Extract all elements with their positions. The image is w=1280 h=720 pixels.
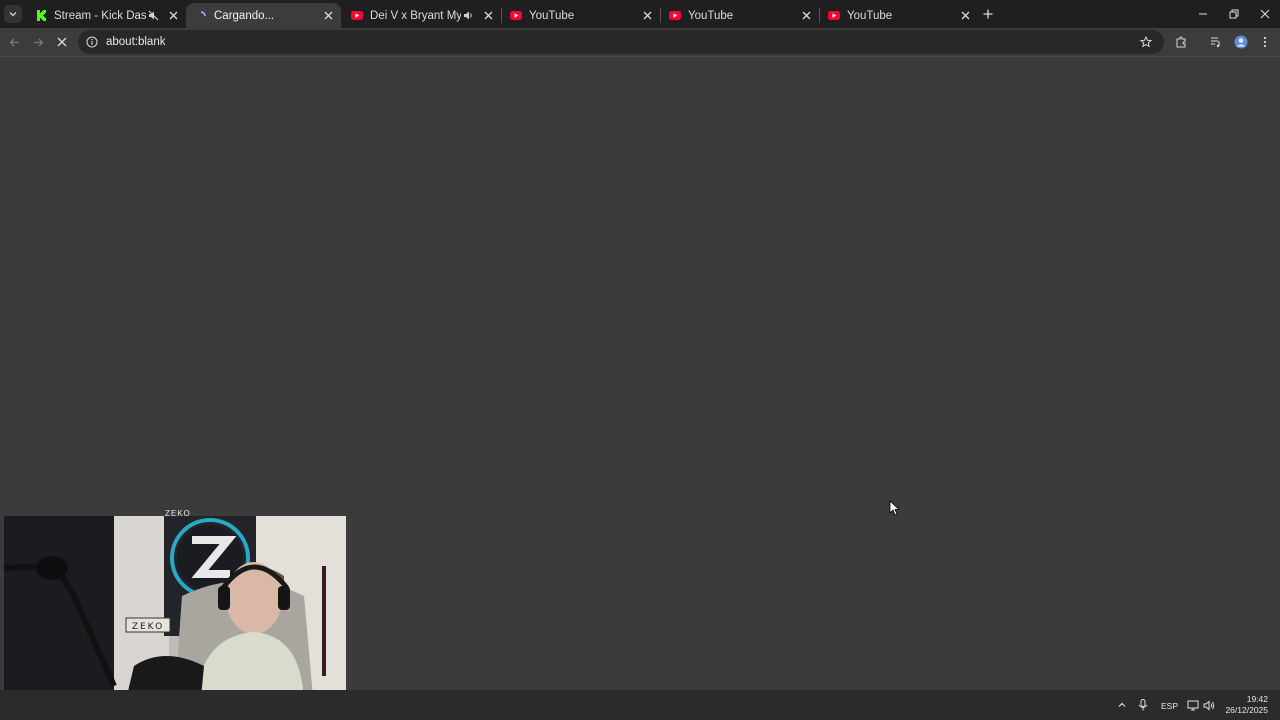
youtube-icon <box>668 9 682 23</box>
profile-avatar[interactable] <box>1232 33 1250 51</box>
tab-title: YouTube <box>688 9 734 22</box>
speaker-icon <box>1203 699 1215 711</box>
tab-title: YouTube <box>847 9 893 22</box>
loading-spinner-icon <box>194 9 208 23</box>
puzzle-icon <box>1176 36 1186 48</box>
tab-loading[interactable]: Cargando... <box>186 3 341 28</box>
close-tab-icon[interactable] <box>166 9 180 23</box>
plus-icon <box>983 9 993 19</box>
close-tab-icon[interactable] <box>958 9 972 23</box>
tab-youtube-3[interactable]: YouTube <box>819 3 978 28</box>
address-url[interactable]: about:blank <box>106 36 165 48</box>
tab-strip: Stream - Kick Dashboard Cargando... Dei … <box>0 0 1280 28</box>
input-language[interactable]: ESP <box>1161 701 1178 711</box>
webcam-overlay: ZEKO <box>4 516 346 708</box>
network-tray-icon[interactable] <box>1185 697 1201 713</box>
new-tab-button[interactable] <box>980 6 996 22</box>
microphone-tray-icon[interactable] <box>1135 697 1151 713</box>
kick-logo-icon <box>34 9 48 23</box>
show-hidden-icons-button[interactable] <box>1114 697 1130 713</box>
tab-dei-v-bryant-myers[interactable]: Dei V x Bryant Myers - N@ <box>342 3 501 28</box>
close-tab-icon[interactable] <box>321 9 335 23</box>
webcam-sign-text: ZEKO <box>132 622 164 632</box>
tab-youtube-1[interactable]: YouTube <box>501 3 660 28</box>
address-bar[interactable]: about:blank <box>78 30 1164 54</box>
browser-toolbar: about:blank <box>0 28 1280 57</box>
media-control-button[interactable] <box>1207 33 1225 51</box>
more-vertical-icon <box>1263 36 1267 48</box>
forward-button[interactable] <box>29 33 47 51</box>
browser-menu-button[interactable] <box>1256 33 1274 51</box>
close-window-button[interactable] <box>1257 6 1273 22</box>
mouse-cursor-icon <box>889 500 899 516</box>
youtube-icon <box>350 9 364 23</box>
taskbar-clock[interactable]: 19:42 26/12/2025 <box>1225 694 1268 716</box>
network-icon <box>1187 700 1199 710</box>
arrow-left-icon <box>9 38 19 46</box>
avatar-icon <box>1234 35 1248 49</box>
site-info-icon[interactable] <box>84 34 100 50</box>
close-tab-icon[interactable] <box>481 9 495 23</box>
close-tab-icon[interactable] <box>799 9 813 23</box>
close-tab-icon[interactable] <box>640 9 654 23</box>
chevron-up-icon <box>1118 702 1126 707</box>
muted-speaker-icon[interactable] <box>146 9 160 23</box>
microphone-icon <box>1138 699 1148 711</box>
stop-loading-button[interactable] <box>53 33 71 51</box>
chevron-down-icon <box>9 12 17 17</box>
tab-title: Dei V x Bryant Myers - N@ <box>370 9 461 22</box>
back-button[interactable] <box>5 33 23 51</box>
webcam-image: ZEKO <box>4 516 346 708</box>
bookmark-star-icon[interactable] <box>1138 34 1154 50</box>
playlist-icon <box>1211 37 1220 48</box>
tab-title: YouTube <box>529 9 575 22</box>
restore-icon <box>1229 9 1239 19</box>
youtube-icon <box>509 9 523 23</box>
tab-title: Stream - Kick Dashboard <box>54 9 146 22</box>
close-icon <box>57 37 67 47</box>
tab-kick-dashboard[interactable]: Stream - Kick Dashboard <box>26 3 186 28</box>
speaker-audio-icon[interactable] <box>461 9 475 23</box>
restore-button[interactable] <box>1226 6 1242 22</box>
youtube-icon <box>827 9 841 23</box>
windows-taskbar: ESP 19:42 26/12/2025 <box>0 690 1280 720</box>
tab-search-button[interactable] <box>4 5 22 23</box>
minimize-button[interactable] <box>1195 6 1211 22</box>
tab-title: Cargando... <box>214 9 275 22</box>
minimize-icon <box>1199 13 1207 15</box>
extensions-button[interactable] <box>1172 33 1190 51</box>
tab-youtube-2[interactable]: YouTube <box>660 3 819 28</box>
arrow-right-icon <box>33 38 43 46</box>
clock-date: 26/12/2025 <box>1225 705 1268 715</box>
close-icon <box>1260 9 1270 19</box>
volume-tray-icon[interactable] <box>1201 697 1217 713</box>
clock-time: 19:42 <box>1246 694 1268 704</box>
